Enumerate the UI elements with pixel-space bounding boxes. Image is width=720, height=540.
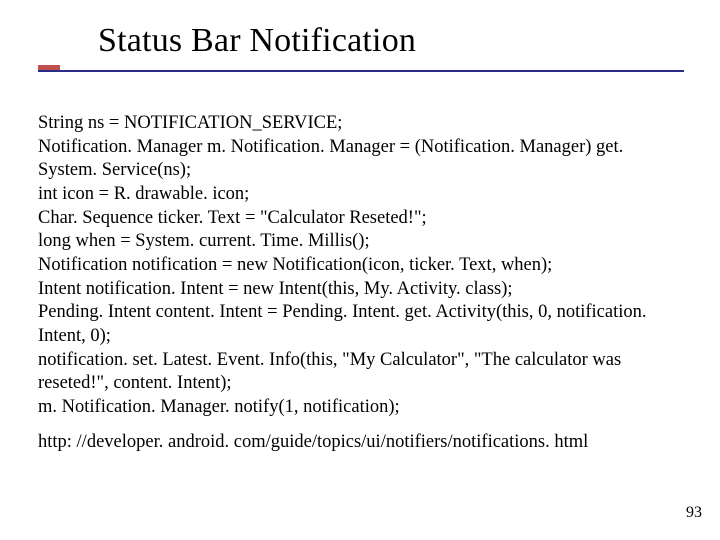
code-block: String ns = NOTIFICATION_SERVICE; Notifi… [38,112,686,420]
code-line: m. Notification. Manager. notify(1, noti… [38,396,686,420]
code-line: long when = System. current. Time. Milli… [38,230,686,254]
code-line: Char. Sequence ticker. Text = "Calculato… [38,207,686,231]
code-line: int icon = R. drawable. icon; [38,183,686,207]
page-number: 93 [686,504,702,522]
code-line: Notification notification = new Notifica… [38,254,686,278]
code-line: Pending. Intent content. Intent = Pendin… [38,301,686,348]
title-underline [38,70,684,72]
title-wrap: Status Bar Notification [98,22,416,60]
code-line: Intent notification. Intent = new Intent… [38,278,686,302]
code-line: Notification. Manager m. Notification. M… [38,136,686,183]
code-line: notification. set. Latest. Event. Info(t… [38,349,686,396]
reference-url: http: //developer. android. com/guide/to… [38,432,588,453]
slide: Status Bar Notification String ns = NOTI… [0,0,720,540]
code-line: String ns = NOTIFICATION_SERVICE; [38,112,686,136]
slide-title: Status Bar Notification [98,22,416,60]
